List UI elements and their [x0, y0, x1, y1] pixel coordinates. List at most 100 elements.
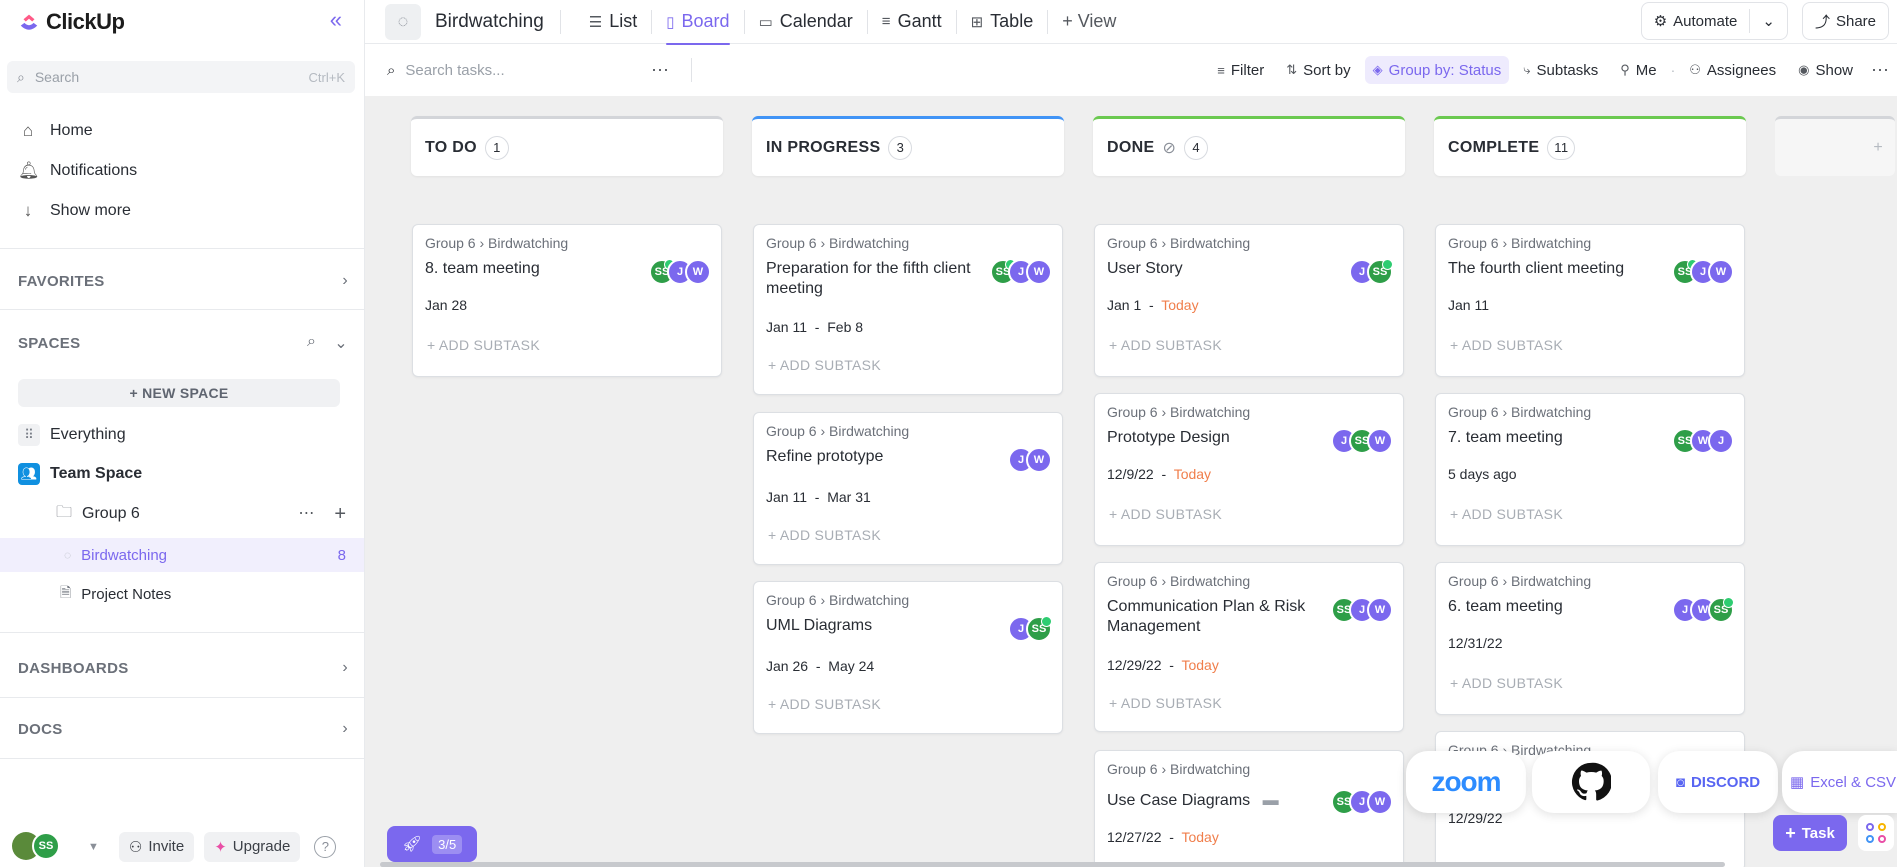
task-card[interactable]: Group 6 › Birdwatching UML Diagrams J SS… — [753, 581, 1063, 734]
task-card[interactable]: Group 6 › Birdwatching Refine prototype … — [753, 412, 1063, 565]
assignee-avatars[interactable]: SS J W — [1331, 789, 1393, 815]
share-button[interactable]: ⤴ Share — [1801, 2, 1889, 40]
assignee-avatars[interactable]: J SS — [1349, 259, 1393, 285]
help-button[interactable]: ? — [314, 835, 337, 858]
task-date-range[interactable]: Jan 1 - Today — [1107, 297, 1199, 313]
add-view-button[interactable]: + View — [1050, 0, 1128, 44]
plus-icon[interactable]: + — [334, 503, 346, 526]
add-subtask-button[interactable]: + ADD SUBTASK — [1109, 506, 1222, 522]
task-title[interactable]: UML Diagrams — [766, 616, 986, 636]
task-card[interactable]: Group 6 › Birdwatching Communication Pla… — [1094, 562, 1404, 732]
add-subtask-button[interactable]: + ADD SUBTASK — [427, 337, 540, 353]
tab-calendar[interactable]: ▭ Calendar — [747, 0, 865, 44]
tab-gantt[interactable]: ≡ Gantt — [870, 0, 954, 44]
sidebar-item-project-notes[interactable]: 🗎 Project Notes — [60, 579, 171, 609]
task-card[interactable]: Group 6 › Birdwatching Prototype Design … — [1094, 393, 1404, 546]
assignee-avatars[interactable]: J W — [1008, 447, 1052, 473]
more-icon[interactable]: ⋯ — [651, 60, 669, 81]
task-title[interactable]: The fourth client meeting — [1448, 259, 1668, 279]
column-header-done[interactable]: DONE ⊘ 4 — [1093, 116, 1405, 176]
task-date-range[interactable]: 12/27/22 - Today — [1107, 829, 1219, 845]
column-header-todo[interactable]: TO DO 1 — [411, 116, 723, 176]
task-title[interactable]: Communication Plan & Risk Management — [1107, 597, 1327, 637]
chevron-down-icon[interactable]: ⌄ — [334, 333, 348, 353]
task-title[interactable]: 8. team meeting — [425, 259, 645, 279]
sidebar-item-birdwatching[interactable]: ◌ Birdwatching 8 — [64, 540, 346, 570]
task-title[interactable]: User Story — [1107, 259, 1327, 279]
horizontal-scrollbar[interactable] — [380, 862, 1725, 867]
assignee-avatars[interactable]: SS J W — [990, 259, 1052, 285]
onboarding-progress-button[interactable]: 🚀︎ 3/5 — [387, 826, 477, 862]
task-title[interactable]: Refine prototype — [766, 447, 986, 467]
assignee-avatars[interactable]: J W SS — [1672, 597, 1734, 623]
docs-section[interactable]: DOCS › — [18, 720, 348, 738]
assignee-avatars[interactable]: J SS — [1008, 616, 1052, 642]
column-header-in-progress[interactable]: IN PROGRESS 3 — [752, 116, 1064, 176]
automate-button[interactable]: ⚙︎ Automate ⌄ — [1640, 2, 1788, 40]
add-subtask-button[interactable]: + ADD SUBTASK — [1450, 337, 1563, 353]
user-avatar-menu[interactable]: SS — [12, 831, 72, 862]
collapse-sidebar-icon[interactable]: « — [330, 9, 342, 31]
tab-board[interactable]: ▯ Board — [654, 0, 741, 45]
upgrade-button[interactable]: ✦ Upgrade — [204, 831, 301, 862]
clickup-logo[interactable]: ClickUp — [18, 8, 125, 36]
task-card[interactable]: Group 6 › Birdwatching The fourth client… — [1435, 224, 1745, 377]
assignee-avatars[interactable]: SS W J — [1672, 428, 1734, 454]
sidebar-search-input[interactable]: ⌕ Search Ctrl+K — [7, 61, 355, 93]
task-title[interactable]: Use Case Diagrams ▬ — [1107, 791, 1327, 811]
github-integration[interactable] — [1532, 751, 1650, 813]
subtasks-button[interactable]: ⤷ Subtasks — [1515, 56, 1606, 84]
assignees-button[interactable]: ⚇ Assignees — [1681, 56, 1784, 84]
task-date[interactable]: 5 days ago — [1448, 466, 1517, 482]
add-subtask-button[interactable]: + ADD SUBTASK — [1450, 675, 1563, 691]
sort-button[interactable]: ⇅ Sort by — [1278, 56, 1358, 84]
task-title[interactable]: 7. team meeting — [1448, 428, 1668, 448]
task-date-range[interactable]: Jan 11 - Feb 8 — [766, 319, 863, 335]
add-subtask-button[interactable]: + ADD SUBTASK — [768, 696, 881, 712]
favorites-section[interactable]: FAVORITES › — [18, 272, 348, 290]
sidebar-item-everything[interactable]: ⠿ Everything — [18, 420, 126, 450]
task-title[interactable]: 6. team meeting — [1448, 597, 1668, 617]
column-header-complete[interactable]: COMPLETE 11 — [1434, 116, 1746, 176]
task-card[interactable]: Group 6 › Birdwatching Use Case Diagrams… — [1094, 750, 1404, 867]
add-subtask-button[interactable]: + ADD SUBTASK — [768, 357, 881, 373]
task-card[interactable]: Group 6 › Birdwatching 8. team meeting S… — [412, 224, 722, 377]
group-by-button[interactable]: ◈ Group by: Status — [1364, 56, 1510, 84]
filter-button[interactable]: ≡ Filter — [1209, 56, 1272, 84]
dashboards-section[interactable]: DASHBOARDS › — [18, 659, 348, 677]
apps-button[interactable] — [1858, 815, 1894, 851]
task-date[interactable]: 12/31/22 — [1448, 635, 1503, 651]
add-subtask-button[interactable]: + ADD SUBTASK — [1109, 695, 1222, 711]
task-date-range[interactable]: 12/29/22 - Today — [1107, 657, 1219, 673]
nav-show-more[interactable]: ↓ Show more — [18, 198, 131, 224]
zoom-integration[interactable]: zoom — [1406, 751, 1526, 813]
task-date[interactable]: Jan 11 — [1448, 297, 1489, 313]
task-card[interactable]: Group 6 › Birdwatching User Story J SS J… — [1094, 224, 1404, 377]
me-button[interactable]: ⚲ Me — [1612, 56, 1664, 84]
task-card[interactable]: Group 6 › Birdwatching Preparation for t… — [753, 224, 1063, 395]
task-date[interactable]: Jan 28 — [425, 297, 467, 313]
nav-home[interactable]: ⌂ Home — [18, 118, 93, 144]
new-task-button[interactable]: + Task — [1773, 815, 1847, 851]
assignee-avatars[interactable]: SS J W — [1331, 597, 1393, 623]
nav-notifications[interactable]: 🔔︎ Notifications — [18, 158, 137, 184]
add-subtask-button[interactable]: + ADD SUBTASK — [768, 527, 881, 543]
more-icon[interactable]: ⋯ — [1871, 60, 1889, 81]
task-card[interactable]: Group 6 › Birdwatching 7. team meeting S… — [1435, 393, 1745, 546]
task-date-range[interactable]: 12/9/22 - Today — [1107, 466, 1211, 482]
sidebar-item-team-space[interactable]: 👥︎ Team Space — [18, 459, 142, 489]
discord-integration[interactable]: ◙ DISCORD — [1658, 751, 1778, 813]
chevron-down-icon[interactable]: ▼ — [88, 841, 99, 853]
task-date-range[interactable]: Jan 26 - May 24 — [766, 658, 874, 674]
assignee-avatars[interactable]: SS J W — [649, 259, 711, 285]
excel-csv-integration[interactable]: ▦ Excel & CSV — [1782, 751, 1897, 813]
add-subtask-button[interactable]: + ADD SUBTASK — [1109, 337, 1222, 353]
invite-button[interactable]: ⚇ Invite — [118, 831, 195, 862]
chevron-down-icon[interactable]: ⌄ — [1762, 12, 1775, 30]
task-date-range[interactable]: Jan 11 - Mar 31 — [766, 489, 871, 505]
assignee-avatars[interactable]: SS J W — [1672, 259, 1734, 285]
assignee-avatars[interactable]: J SS W — [1331, 428, 1393, 454]
more-icon[interactable]: ⋯ — [298, 503, 314, 526]
add-subtask-button[interactable]: + ADD SUBTASK — [1450, 506, 1563, 522]
task-card[interactable]: Group 6 › Birdwatching 6. team meeting J… — [1435, 562, 1745, 715]
